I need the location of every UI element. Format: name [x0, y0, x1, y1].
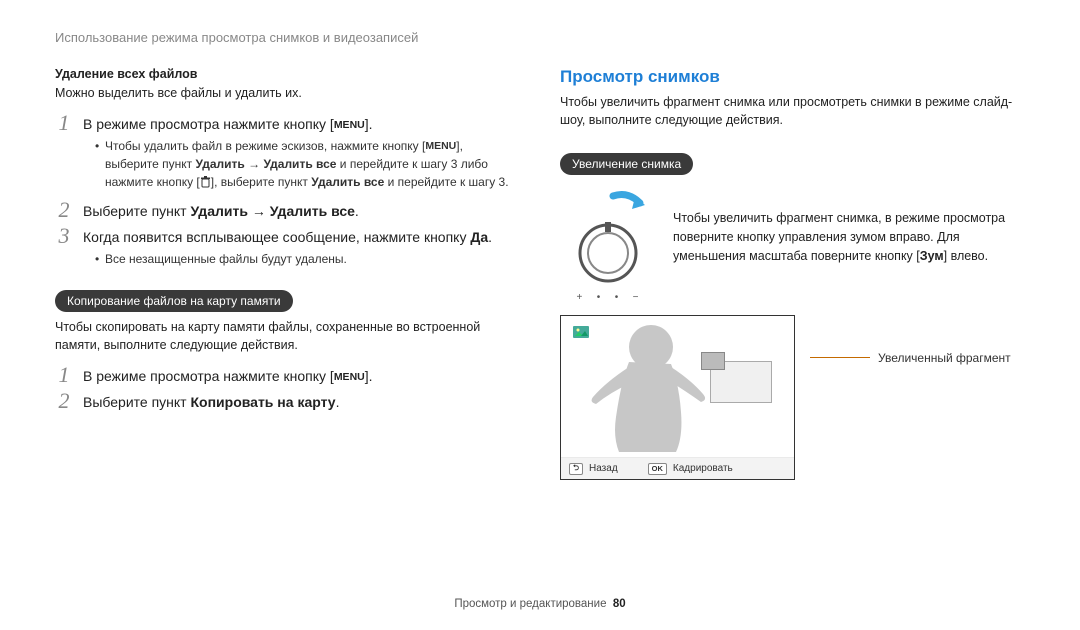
zoom-pill: Увеличение снимка [560, 153, 693, 175]
right-column: Просмотр снимков Чтобы увеличить фрагмен… [560, 67, 1025, 480]
delete-all-desc: Можно выделить все файлы и удалить их. [55, 84, 520, 102]
step1-bullet: Чтобы удалить файл в режиме эскизов, наж… [95, 137, 520, 191]
zoom-dial-block: + • • − [560, 191, 655, 303]
step-number: 3 [55, 225, 73, 247]
copy-pill: Копирование файлов на карту памяти [55, 290, 293, 312]
dial-icon [577, 222, 639, 284]
callout-label: Увеличенный фрагмент [878, 351, 1011, 365]
zoom-desc: Чтобы увеличить фрагмент снимка, в режим… [673, 191, 1025, 265]
nav-rect [710, 361, 772, 403]
preview-footer: ⮌ Назад OK Кадрировать [561, 457, 794, 479]
page-footer: Просмотр и редактирование 80 [0, 598, 1080, 610]
preview-display: ⮌ Назад OK Кадрировать [560, 315, 795, 480]
step-2: 2 Выберите пункт Удалить → Удалить все. [55, 199, 520, 221]
nav-inner-rect [701, 352, 725, 370]
breadcrumb: Использование режима просмотра снимков и… [55, 30, 1025, 45]
step3-bullet: Все незащищенные файлы будут удалены. [95, 250, 520, 268]
step-1: 1 В режиме просмотра нажмите кнопку [MEN… [55, 112, 520, 134]
delete-all-title: Удаление всех файлов [55, 67, 520, 81]
step-number: 2 [55, 390, 73, 412]
callout: Увеличенный фрагмент [810, 351, 1011, 365]
copy-step-1: 1 В режиме просмотра нажмите кнопку [MEN… [55, 364, 520, 386]
callout-line [810, 357, 870, 358]
ok-key-icon: OK [648, 463, 667, 475]
view-intro: Чтобы увеличить фрагмент снимка или прос… [560, 93, 1025, 129]
copy-step-2: 2 Выберите пункт Копировать на карту. [55, 390, 520, 412]
back-key-icon: ⮌ [569, 463, 583, 475]
step-number: 1 [55, 364, 73, 386]
view-heading: Просмотр снимков [560, 67, 1025, 87]
step-number: 1 [55, 112, 73, 134]
arrow-icon [608, 191, 648, 221]
left-column: Удаление всех файлов Можно выделить все … [55, 67, 520, 480]
step-3: 3 Когда появится всплывающее сообщение, … [55, 225, 520, 247]
step-number: 2 [55, 199, 73, 221]
copy-intro: Чтобы скопировать на карту памяти файлы,… [55, 318, 520, 354]
trash-icon [200, 176, 211, 188]
menu-label: MENU [334, 119, 365, 131]
child-silhouette [581, 322, 711, 457]
